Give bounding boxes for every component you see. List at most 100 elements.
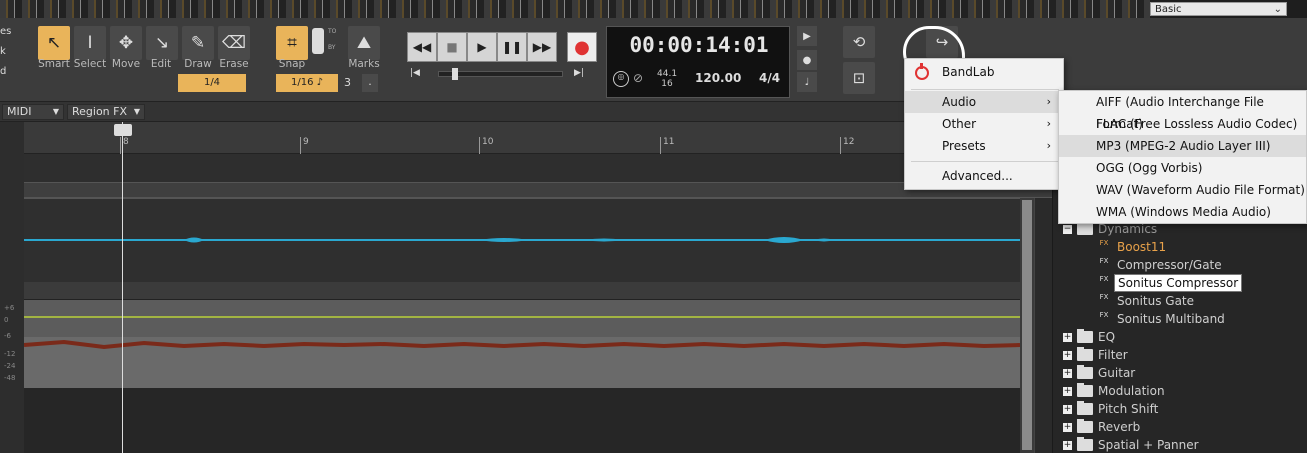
stop-icon: ■	[446, 40, 458, 54]
bit-depth: 16	[661, 79, 673, 89]
audio-clip-lane[interactable]	[24, 198, 1020, 282]
blue-waveform	[24, 237, 1020, 243]
menu-separator	[911, 89, 1059, 90]
record-button[interactable]: ●	[567, 32, 597, 62]
snap-label: Snap	[278, 58, 306, 70]
region-fx-label: Region FX	[72, 105, 128, 118]
submenu-item-wma[interactable]: WMA (Windows Media Audio)	[1059, 201, 1306, 223]
tree-item-boost11[interactable]: FX Boost11	[1053, 238, 1307, 256]
snap-button[interactable]: ⌗	[276, 26, 308, 60]
snap-resolution[interactable]: 1/16 ♪	[276, 74, 338, 92]
tree-folder-reverb[interactable]: + Reverb	[1053, 418, 1307, 436]
workspace-dropdown[interactable]: Basic ⌄	[1150, 2, 1287, 16]
tree-folder-filter[interactable]: + Filter	[1053, 346, 1307, 364]
playhead-handle[interactable]	[114, 124, 132, 136]
record-dot-small-icon[interactable]: ●	[797, 50, 817, 70]
tree-item-compressor-gate[interactable]: FX Compressor/Gate	[1053, 256, 1307, 274]
tree-item-sonitus-compressor[interactable]: FX Sonitus Compressor	[1053, 274, 1307, 292]
ruler-bar-label: 11	[660, 137, 674, 154]
midi-dropdown[interactable]: MIDI ▼	[2, 104, 64, 120]
tree-folder-spatial-panner[interactable]: + Spatial + Panner	[1053, 436, 1307, 453]
audio-track-lane[interactable]	[24, 300, 1020, 388]
tree-folder-guitar[interactable]: + Guitar	[1053, 364, 1307, 382]
ruler-bar-label: 9	[300, 137, 309, 154]
tree-item-sonitus-gate[interactable]: FX Sonitus Gate	[1053, 292, 1307, 310]
goto-start-button[interactable]: |◀	[410, 68, 434, 82]
submenu-item-label: FLAC (Free Lossless Audio Codec)	[1096, 117, 1298, 131]
expand-icon[interactable]: +	[1063, 333, 1072, 342]
time-display[interactable]: 00:00:14:01	[607, 33, 791, 57]
stop-button[interactable]: ■	[437, 32, 467, 62]
export-share-button[interactable]: ↪	[926, 26, 958, 58]
vertical-scrollbar[interactable]	[1020, 198, 1034, 453]
side-label: k	[0, 46, 6, 57]
rewind-button[interactable]: ◀◀	[407, 32, 437, 62]
sync-off-icon[interactable]: ⊘	[633, 71, 649, 87]
tool-snap-value[interactable]: 1/4	[178, 74, 246, 92]
sample-rate: 44.1	[657, 69, 678, 79]
draw-tool-icon: ✎	[190, 33, 206, 53]
goto-end-button[interactable]: ▶|	[574, 68, 598, 82]
fast-forward-icon: ▶▶	[532, 40, 552, 54]
submenu-item-aiff[interactable]: AIFF (Audio Interchange File Format)	[1059, 91, 1306, 131]
empty-lane[interactable]	[24, 154, 1052, 182]
expand-icon[interactable]: +	[1063, 441, 1072, 450]
timeline-ruler[interactable]: 8 9 10 11 12	[24, 122, 1052, 154]
region-fx-dropdown[interactable]: Region FX ▼	[67, 104, 145, 120]
move-tool-icon: ✥	[118, 33, 134, 53]
loop-icon[interactable]: ⟲	[843, 26, 875, 58]
collapse-icon[interactable]: −	[1063, 225, 1072, 234]
menu-item-label: Other	[942, 117, 977, 131]
folder-icon	[1077, 347, 1093, 361]
expand-icon[interactable]: +	[1063, 387, 1072, 396]
menu-item-presets[interactable]: Presets ›	[905, 135, 1063, 157]
fx-plugin-icon: FX	[1099, 239, 1109, 247]
chevron-down-icon: ⌄	[1273, 4, 1282, 15]
edit-tool-button[interactable]: ↘	[146, 26, 178, 60]
select-tool-button[interactable]: I	[74, 26, 106, 60]
tree-item-sonitus-multiband[interactable]: FX Sonitus Multiband	[1053, 310, 1307, 328]
scrollbar-thumb[interactable]	[1022, 200, 1032, 450]
submenu-item-wav[interactable]: WAV (Waveform Audio File Format)	[1059, 179, 1306, 201]
tree-folder-eq[interactable]: + EQ	[1053, 328, 1307, 346]
move-tool-button[interactable]: ✥	[110, 26, 142, 60]
expand-icon[interactable]: +	[1063, 369, 1072, 378]
fast-forward-button[interactable]: ▶▶	[527, 32, 557, 62]
pause-button[interactable]: ❚❚	[497, 32, 527, 62]
position-slider-thumb[interactable]	[452, 68, 458, 80]
tempo-display[interactable]: 120.00	[695, 71, 741, 85]
play-button[interactable]: ▶	[467, 32, 497, 62]
folder-label: Spatial + Panner	[1098, 438, 1199, 452]
menu-item-advanced[interactable]: Advanced...	[905, 165, 1063, 187]
snap-dot-button[interactable]: .	[362, 74, 378, 92]
midi-dropdown-label: MIDI	[7, 105, 32, 118]
menu-item-bandlab[interactable]: BandLab	[905, 61, 1063, 83]
menu-item-audio[interactable]: Audio ›	[905, 91, 1063, 113]
draw-tool-button[interactable]: ✎	[182, 26, 214, 60]
workspace-label: Basic	[1155, 4, 1182, 15]
empty-track-area[interactable]	[24, 388, 1020, 453]
metronome-icon[interactable]: ♩	[797, 72, 817, 92]
fx-label: Sonitus Multiband	[1117, 312, 1225, 326]
snap-toggle[interactable]	[312, 28, 324, 54]
submenu-item-flac[interactable]: FLAC (Free Lossless Audio Codec)	[1059, 113, 1306, 135]
menu-item-other[interactable]: Other ›	[905, 113, 1063, 135]
erase-tool-button[interactable]: ⌫	[218, 26, 250, 60]
menu-item-label: Audio	[942, 95, 977, 109]
smart-tool-button[interactable]: ↖	[38, 26, 70, 60]
menu-separator	[911, 161, 1059, 162]
marks-button[interactable]: ⛰	[348, 26, 380, 60]
submenu-item-mp3[interactable]: MP3 (MPEG-2 Audio Layer III)	[1059, 135, 1306, 157]
submenu-item-label: WAV (Waveform Audio File Format)	[1096, 183, 1305, 197]
expand-icon[interactable]: +	[1063, 351, 1072, 360]
meter-display[interactable]: 4/4	[759, 71, 780, 85]
expand-icon[interactable]: +	[1063, 423, 1072, 432]
play-arrow-small-icon[interactable]: ▶	[797, 26, 817, 46]
submenu-item-ogg[interactable]: OGG (Ogg Vorbis)	[1059, 157, 1306, 179]
punch-icon[interactable]: ⊡	[843, 62, 875, 94]
submenu-item-label: MP3 (MPEG-2 Audio Layer III)	[1096, 139, 1271, 153]
tree-folder-modulation[interactable]: + Modulation	[1053, 382, 1307, 400]
expand-icon[interactable]: +	[1063, 405, 1072, 414]
clock-icon[interactable]: ◎	[613, 71, 629, 87]
tree-folder-pitch-shift[interactable]: + Pitch Shift	[1053, 400, 1307, 418]
